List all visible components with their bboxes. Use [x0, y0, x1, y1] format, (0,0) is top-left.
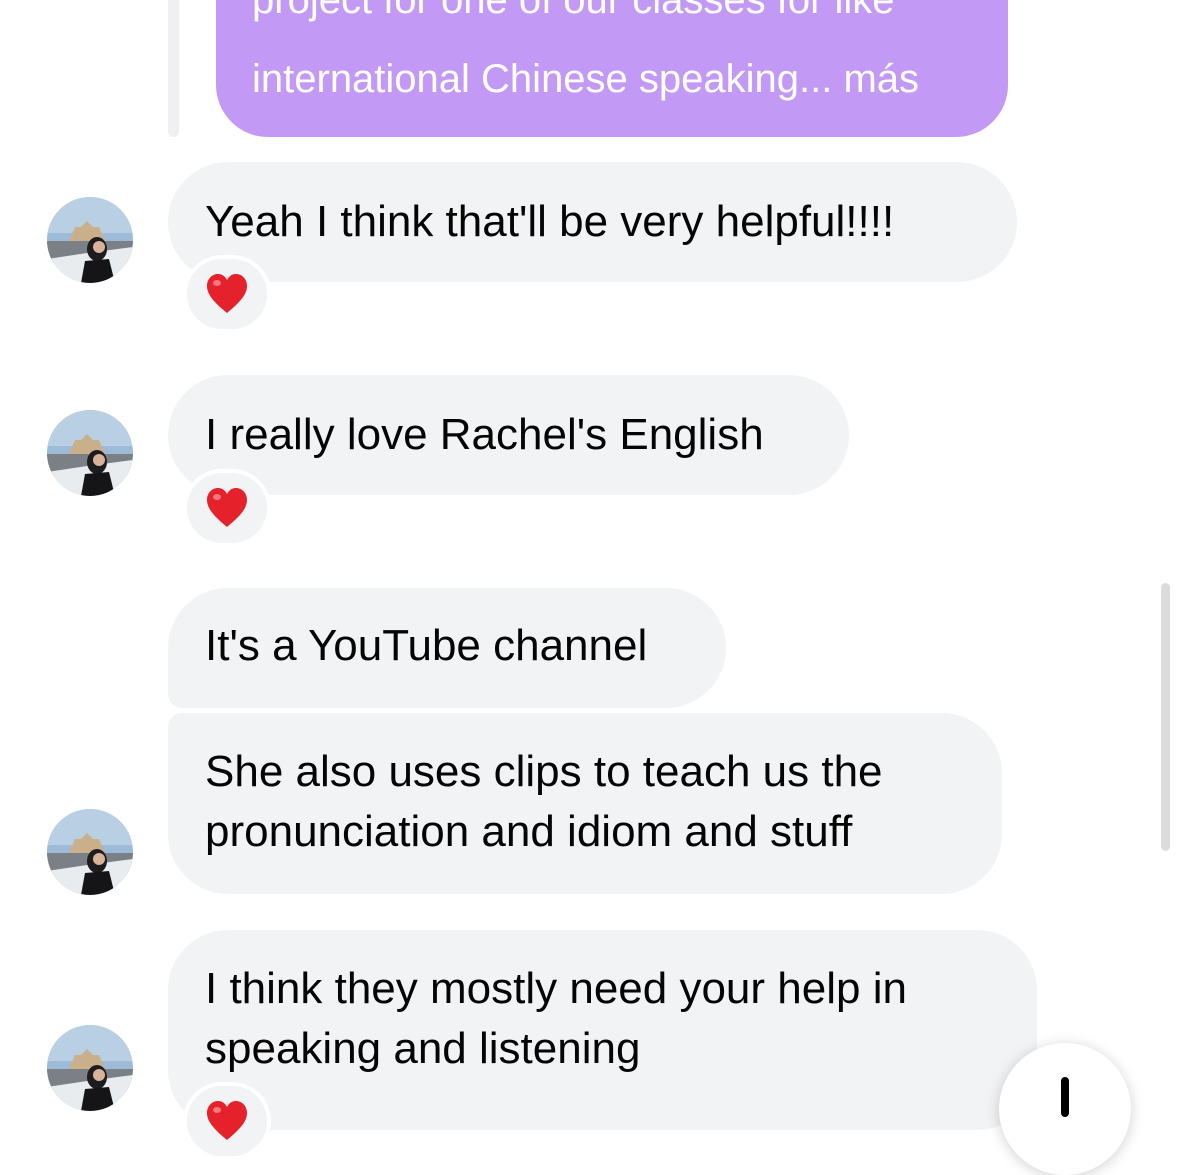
heart-icon	[207, 274, 247, 313]
heart-icon	[207, 1101, 247, 1140]
reaction-badge[interactable]	[183, 469, 271, 547]
reply-thread-line	[168, 0, 179, 137]
avatar[interactable]	[47, 809, 133, 895]
avatar[interactable]	[47, 410, 133, 496]
message-text: speaking and listening	[205, 1024, 641, 1073]
avatar[interactable]	[47, 197, 133, 283]
scroll-to-bottom-button[interactable]	[999, 1043, 1131, 1175]
quoted-message-line: international Chinese speaking... más	[252, 57, 920, 101]
message-text: pronunciation and idiom and stuff	[205, 807, 853, 856]
message-bubble[interactable]: Yeah I think that'll be very helpful!!!!	[168, 162, 1017, 282]
message-bubble[interactable]: She also uses clips to teach us the pron…	[168, 713, 1002, 894]
quoted-message-bubble[interactable]: project for one of our classes for like …	[216, 0, 1008, 137]
message-text: I think they mostly need your help in	[205, 964, 907, 1013]
message-text: It's a YouTube channel	[205, 621, 648, 670]
avatar[interactable]	[47, 1025, 133, 1111]
message-text: She also uses clips to teach us the	[205, 747, 883, 796]
message-bubble[interactable]: I really love Rachel's English	[168, 375, 849, 495]
arrow-down-icon	[1061, 1077, 1069, 1117]
heart-icon	[207, 488, 247, 527]
message-bubble[interactable]: It's a YouTube channel	[168, 588, 726, 708]
message-text: Yeah I think that'll be very helpful!!!!	[205, 197, 895, 246]
scrollbar[interactable]	[1161, 583, 1170, 851]
message-bubble[interactable]: I think they mostly need your help in sp…	[168, 930, 1037, 1130]
reaction-badge[interactable]	[183, 255, 271, 333]
message-text: I really love Rachel's English	[205, 410, 764, 459]
quoted-message-line: project for one of our classes for like	[252, 0, 895, 22]
reaction-badge[interactable]	[183, 1082, 271, 1160]
